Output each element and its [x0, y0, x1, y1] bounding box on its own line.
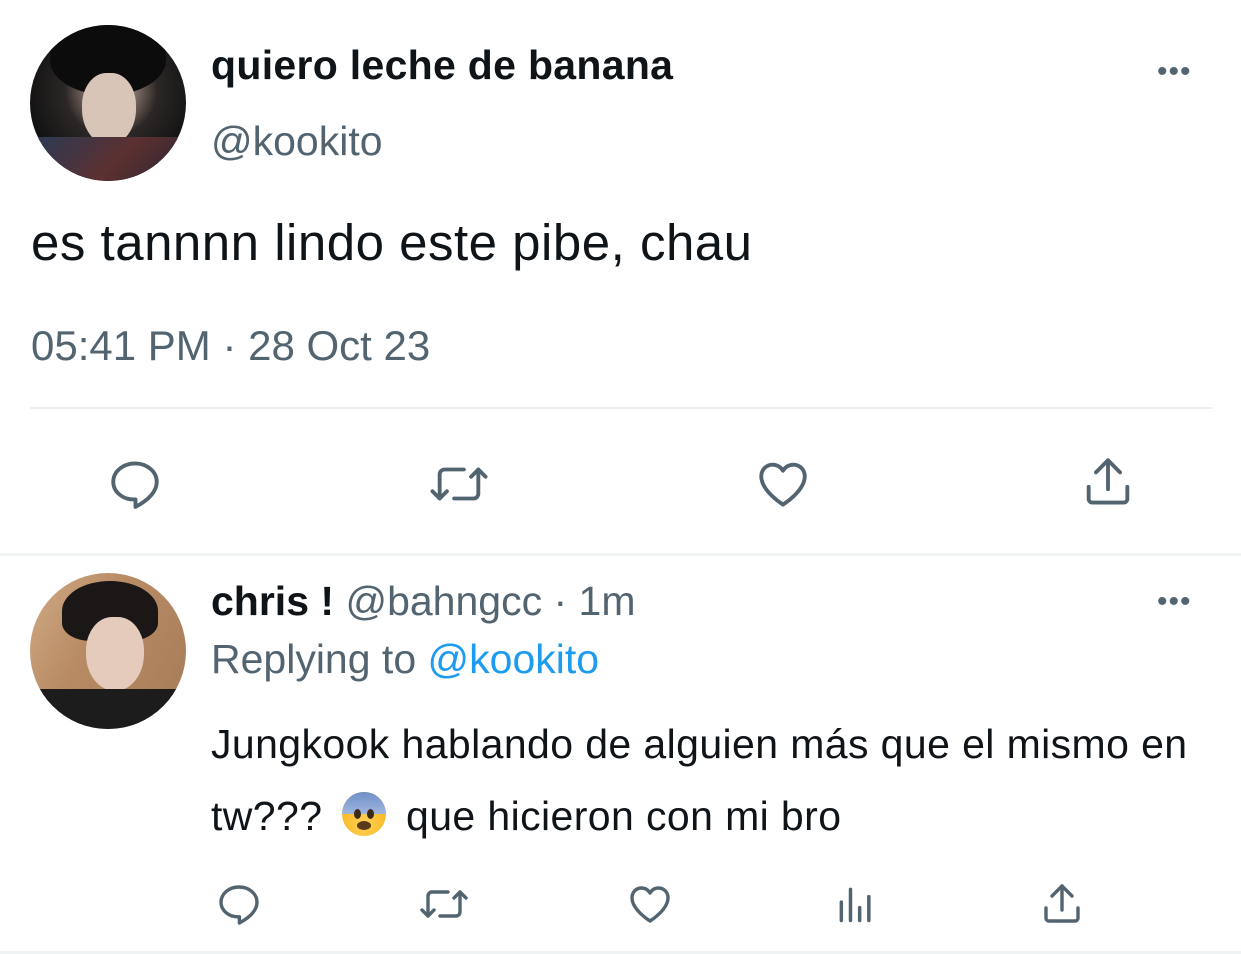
reply-tweet[interactable]: chris ! @bahngcc · 1m ••• Replying to @k…	[0, 556, 1241, 954]
share-button[interactable]	[1076, 450, 1140, 514]
avatar-face	[82, 73, 136, 145]
main-tweet[interactable]: quiero leche de banana @kookito ••• es t…	[0, 0, 1241, 553]
like-button[interactable]	[622, 876, 678, 932]
replying-prefix: Replying to	[211, 636, 417, 682]
tweet-timestamp[interactable]: 05:41 PM · 28 Oct 23	[31, 322, 430, 370]
like-icon	[630, 886, 670, 923]
author-display-name[interactable]: quiero leche de banana	[211, 42, 673, 89]
reply-display-name[interactable]: chris !	[211, 578, 334, 624]
meta-separator: ·	[542, 578, 579, 624]
retweet-icon	[420, 890, 468, 918]
retweet-button[interactable]	[424, 452, 494, 516]
share-button[interactable]	[1034, 876, 1090, 932]
reply-author-avatar[interactable]	[30, 573, 186, 729]
reply-text: Jungkook hablando de alguien más que el …	[211, 708, 1211, 852]
share-icon	[1044, 884, 1080, 923]
reply-icon	[219, 885, 259, 925]
retweet-button[interactable]	[414, 876, 474, 932]
retweet-icon	[430, 467, 488, 501]
divider	[30, 407, 1212, 409]
reply-handle[interactable]: @bahngcc	[345, 578, 542, 624]
reply-button[interactable]	[103, 452, 167, 516]
replying-to: Replying to @kookito	[211, 636, 599, 683]
reply-time[interactable]: 1m	[579, 578, 636, 624]
tweet-text: es tannnn lindo este pibe, chau	[31, 214, 753, 271]
author-avatar[interactable]	[30, 25, 186, 181]
like-icon	[759, 462, 807, 507]
more-options-icon[interactable]: •••	[1157, 587, 1192, 617]
reply-icon	[111, 461, 159, 509]
reply-button[interactable]	[211, 876, 267, 932]
avatar-shirt	[36, 137, 186, 181]
avatar-jacket	[40, 689, 180, 729]
reply-text-part2: que hicieron con mi bro	[406, 793, 842, 839]
share-icon	[1086, 458, 1130, 505]
avatar-face	[86, 617, 144, 691]
author-handle[interactable]: @kookito	[211, 118, 383, 165]
reply-header: chris ! @bahngcc · 1m	[211, 578, 636, 625]
more-options-icon[interactable]: •••	[1157, 57, 1192, 87]
replying-mention-link[interactable]: @kookito	[428, 636, 600, 682]
analytics-icon	[839, 887, 871, 923]
like-button[interactable]	[751, 452, 815, 516]
analytics-button[interactable]	[828, 876, 884, 932]
anxious-face-emoji-icon	[342, 792, 387, 836]
